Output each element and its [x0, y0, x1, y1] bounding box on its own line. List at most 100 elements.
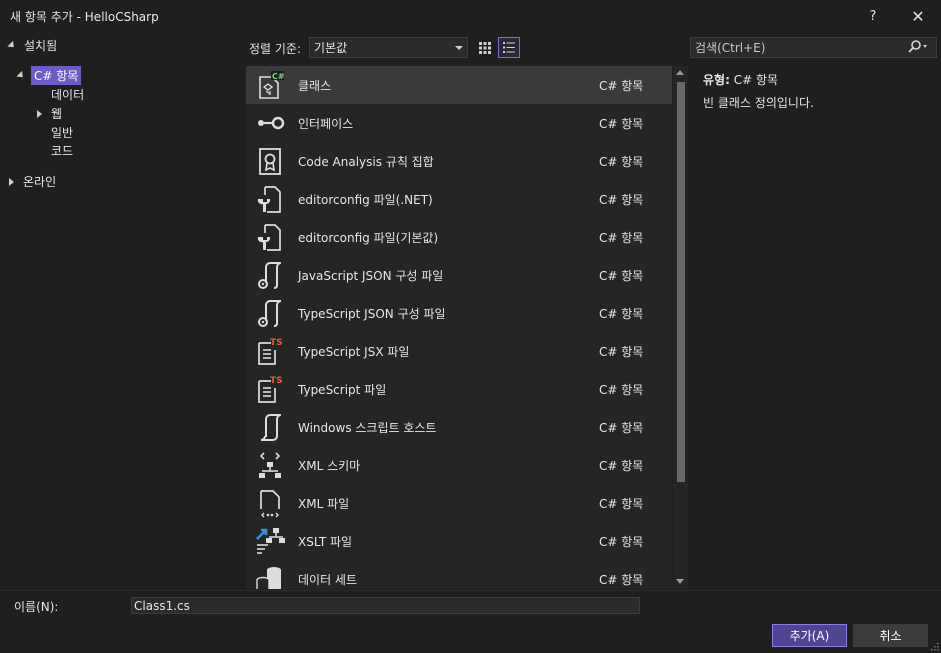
- close-button[interactable]: ✕: [895, 0, 941, 32]
- list-item[interactable]: XSLT 파일 C# 항목: [246, 522, 672, 560]
- item-name: JavaScript JSON 구성 파일: [298, 269, 444, 283]
- tree-label-code: 코드: [51, 144, 74, 158]
- list-item[interactable]: C# 클래스 C# 항목: [246, 66, 672, 104]
- item-name: TypeScript 파일: [298, 383, 387, 397]
- list-item[interactable]: TypeScript JSON 구성 파일 C# 항목: [246, 294, 672, 332]
- list-view-button[interactable]: [498, 37, 520, 58]
- sort-label: 정렬 기준:: [249, 42, 302, 56]
- item-category: C# 항목: [599, 155, 644, 169]
- typescript-icon: TS: [258, 338, 283, 365]
- list-item[interactable]: TS TypeScript 파일 C# 항목: [246, 370, 672, 408]
- list-item[interactable]: editorconfig 파일(기본값) C# 항목: [246, 218, 672, 256]
- script-host-icon: [260, 414, 282, 441]
- ruleset-icon: [259, 148, 281, 175]
- help-button[interactable]: ?: [850, 0, 896, 32]
- add-button[interactable]: 추가(A): [772, 624, 847, 647]
- item-name: 데이터 세트: [298, 573, 358, 587]
- detail-description: 빈 클래스 정의입니다.: [703, 96, 814, 110]
- item-category: C# 항목: [599, 497, 644, 511]
- item-category: C# 항목: [599, 383, 644, 397]
- list-item[interactable]: TS TypeScript JSX 파일 C# 항목: [246, 332, 672, 370]
- tree-node-installed[interactable]: 설치됨: [7, 36, 58, 55]
- editorconfig-icon: [257, 224, 281, 251]
- search-input[interactable]: 검색(Ctrl+E): [690, 37, 937, 58]
- tree-label-general: 일반: [51, 126, 74, 140]
- item-name: 인터페이스: [298, 117, 354, 131]
- search-icon[interactable]: [908, 40, 928, 57]
- item-category: C# 항목: [599, 231, 644, 245]
- tree-node-general[interactable]: 일반: [51, 123, 73, 142]
- list-item[interactable]: Code Analysis 규칙 집합 C# 항목: [246, 142, 672, 180]
- tree-node-code[interactable]: 코드: [51, 141, 73, 160]
- list-scrollbar[interactable]: [673, 66, 688, 589]
- tree-label-online: 온라인: [23, 175, 57, 189]
- item-name: 클래스: [298, 79, 332, 93]
- item-category: C# 항목: [599, 307, 644, 321]
- name-input[interactable]: [131, 597, 640, 614]
- item-category: C# 항목: [599, 269, 644, 283]
- list-item[interactable]: XML 스키마 C# 항목: [246, 446, 672, 484]
- item-name: Code Analysis 규칙 집합: [298, 155, 434, 169]
- item-category: C# 항목: [599, 345, 644, 359]
- expand-chevron-icon[interactable]: [9, 177, 14, 186]
- item-category: C# 항목: [599, 535, 644, 549]
- cancel-button[interactable]: 취소: [853, 624, 928, 647]
- item-name: XML 파일: [298, 497, 350, 511]
- item-category: C# 항목: [599, 79, 644, 93]
- sort-value: 기본값: [314, 41, 348, 55]
- item-name: TypeScript JSX 파일: [298, 345, 410, 359]
- tree-node-online[interactable]: 온라인: [9, 172, 56, 191]
- grid-view-icon: [479, 41, 491, 54]
- tree-label-web: 웹: [51, 107, 63, 121]
- tree-node-web[interactable]: 웹: [37, 104, 62, 123]
- list-item[interactable]: JavaScript JSON 구성 파일 C# 항목: [246, 256, 672, 294]
- item-name: editorconfig 파일(.NET): [298, 193, 433, 207]
- svg-text:TS: TS: [270, 338, 283, 348]
- item-category: C# 항목: [599, 193, 644, 207]
- item-name: XSLT 파일: [298, 535, 353, 549]
- title-bar: 새 항목 추가 - HelloCSharp ? ✕: [0, 0, 941, 32]
- scroll-thumb[interactable]: [677, 82, 685, 482]
- item-category: C# 항목: [599, 421, 644, 435]
- template-list: C# 클래스 C# 항목 인터페이스 C# 항목 Code Analysis 규…: [246, 66, 672, 589]
- expand-chevron-icon[interactable]: [16, 70, 26, 81]
- script-file-icon: [258, 262, 282, 289]
- interface-icon: [258, 116, 285, 130]
- xslt-icon: [256, 528, 285, 554]
- sort-dropdown[interactable]: 기본값: [309, 37, 468, 58]
- tree-label-data: 데이터: [51, 88, 85, 102]
- tree-label-installed: 설치됨: [24, 39, 58, 53]
- list-view-icon: [503, 42, 515, 53]
- list-item[interactable]: editorconfig 파일(.NET) C# 항목: [246, 180, 672, 218]
- list-item[interactable]: XML 파일 C# 항목: [246, 484, 672, 522]
- typescript-icon: TS: [258, 376, 283, 403]
- tree-label-csharp-items: C# 항목: [31, 66, 82, 85]
- detail-type: 유형: C# 항목: [703, 71, 778, 88]
- dataset-icon: [256, 567, 281, 589]
- footer: 이름(N): 추가(A) 취소: [0, 590, 941, 653]
- name-label: 이름(N):: [14, 600, 59, 614]
- scroll-up-icon[interactable]: [676, 70, 684, 75]
- list-item[interactable]: 데이터 세트 C# 항목: [246, 560, 672, 589]
- item-category: C# 항목: [599, 117, 644, 131]
- xml-file-icon: [260, 490, 280, 518]
- grid-view-button[interactable]: [474, 37, 496, 58]
- item-category: C# 항목: [599, 573, 644, 587]
- template-tree: 설치됨 C# 항목 데이터 웹 일반 코드 온라인: [0, 34, 245, 590]
- item-category: C# 항목: [599, 459, 644, 473]
- tree-node-csharp-items[interactable]: C# 항목: [16, 66, 82, 85]
- expand-chevron-icon[interactable]: [37, 109, 42, 118]
- chevron-down-icon: [455, 46, 463, 50]
- svg-text:C#: C#: [272, 72, 285, 81]
- expand-chevron-icon[interactable]: [7, 40, 17, 51]
- detail-type-value: C# 항목: [733, 73, 779, 87]
- xml-schema-icon: [259, 452, 281, 478]
- scroll-down-icon[interactable]: [676, 579, 684, 584]
- detail-type-label: 유형:: [703, 73, 730, 87]
- resize-grip-icon[interactable]: [931, 643, 939, 651]
- list-item[interactable]: 인터페이스 C# 항목: [246, 104, 672, 142]
- item-name: Windows 스크립트 호스트: [298, 421, 437, 435]
- list-item[interactable]: Windows 스크립트 호스트 C# 항목: [246, 408, 672, 446]
- item-name: editorconfig 파일(기본값): [298, 231, 439, 245]
- tree-node-data[interactable]: 데이터: [51, 85, 84, 104]
